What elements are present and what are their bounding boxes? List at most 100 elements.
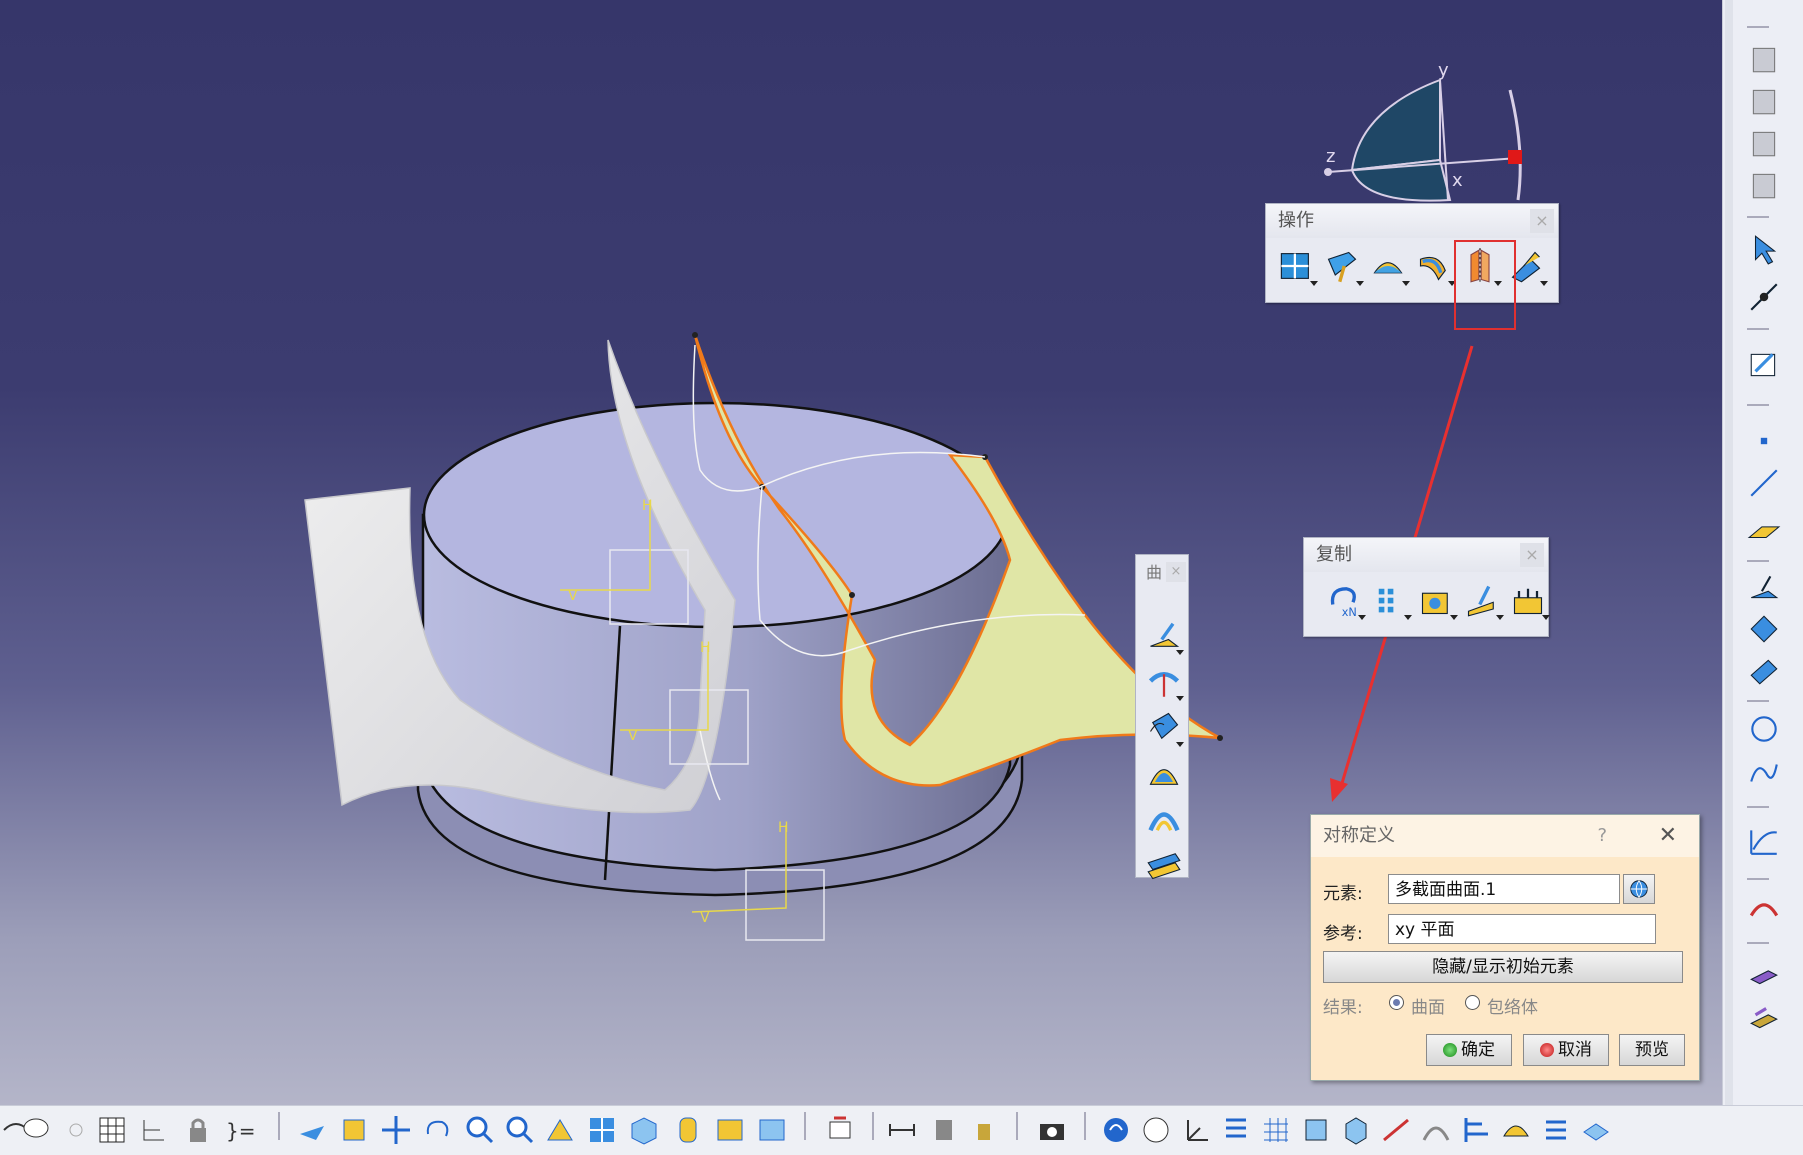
spec-tree-icon[interactable]	[1220, 1114, 1254, 1148]
formula-icon[interactable]: }=	[222, 1114, 256, 1148]
element-field[interactable]: 多截面曲面.1	[1388, 874, 1620, 904]
toolbar-surfaces-close-button[interactable]: ×	[1166, 562, 1186, 582]
pattern-icon[interactable]	[1370, 580, 1412, 620]
parts-icon[interactable]	[1747, 42, 1785, 80]
extrude-surface-icon[interactable]	[1144, 615, 1184, 655]
preview-button[interactable]: 预览	[1619, 1034, 1685, 1066]
result-surface-radio[interactable]	[1389, 995, 1404, 1010]
spline-icon[interactable]	[1747, 756, 1785, 794]
measure-between-icon[interactable]	[886, 1114, 920, 1148]
svg-text:xN: xN	[1342, 606, 1357, 618]
symmetry-definition-dialog[interactable]: 对称定义 ? ✕ 元素: 多截面曲面.1 参考: xy 平面 隐藏/显示初始元素…	[1310, 814, 1700, 1081]
result-volume-radio[interactable]	[1465, 995, 1480, 1010]
comment-icon[interactable]	[20, 1114, 54, 1148]
powercopy-icon[interactable]	[1416, 580, 1458, 620]
grid-icon[interactable]	[1260, 1114, 1294, 1148]
result-surface-label: 曲面	[1411, 998, 1445, 1018]
sweep-surface-icon[interactable]	[1144, 707, 1184, 747]
bottom-toolbar[interactable]: }=	[0, 1105, 1803, 1155]
curve-tool-icon[interactable]	[1420, 1114, 1454, 1148]
toolbar-replication-close-button[interactable]: ×	[1520, 543, 1544, 567]
hide-show-initial-elements-button[interactable]: 隐藏/显示初始元素	[1323, 951, 1683, 983]
fly-icon[interactable]	[296, 1114, 330, 1148]
hand-icon[interactable]	[1140, 1114, 1174, 1148]
shape-icon[interactable]	[1500, 1114, 1534, 1148]
tree-icon[interactable]	[138, 1114, 172, 1148]
result-volume-label: 包络体	[1487, 998, 1538, 1018]
svg-text:V: V	[700, 910, 710, 926]
fillet-icon[interactable]	[1414, 246, 1456, 286]
measure-inertia-icon[interactable]	[968, 1114, 1002, 1148]
compass-y-label: y	[1438, 60, 1449, 81]
dialog-help-button[interactable]: ?	[1597, 815, 1607, 857]
normal-view-icon[interactable]	[544, 1114, 578, 1148]
measure-item-icon[interactable]	[928, 1114, 962, 1148]
toolbar-replication[interactable]: 复制 × xN	[1303, 537, 1550, 637]
zoom-out-icon[interactable]	[504, 1114, 538, 1148]
plane-icon[interactable]	[1747, 512, 1785, 550]
extract-icon[interactable]	[1368, 246, 1410, 286]
shading-icon[interactable]	[672, 1114, 706, 1148]
instantiate-icon[interactable]	[1462, 580, 1504, 620]
point-icon[interactable]	[1747, 280, 1785, 318]
analysis-icon[interactable]	[1747, 890, 1785, 928]
circle-icon[interactable]	[1747, 712, 1785, 750]
healing-icon[interactable]	[1322, 246, 1364, 286]
layer-icon[interactable]	[1580, 1114, 1614, 1148]
multi-view-icon[interactable]	[586, 1114, 620, 1148]
table-icon[interactable]	[96, 1114, 130, 1148]
revolve-surface-icon[interactable]	[1144, 661, 1184, 701]
swap-space-icon[interactable]	[756, 1114, 790, 1148]
work-support-icon[interactable]	[1300, 1114, 1334, 1148]
thickness-icon[interactable]	[1747, 956, 1785, 994]
info-icon[interactable]	[60, 1114, 94, 1148]
fill-surface-icon[interactable]	[1144, 753, 1182, 793]
multisection-surface-icon[interactable]	[1144, 799, 1182, 839]
toolbar-surfaces-title[interactable]: 曲 ×	[1136, 555, 1188, 591]
svg-text:}=: }=	[226, 1119, 254, 1143]
toolbar-replication-title[interactable]: 复制 ×	[1304, 538, 1548, 572]
update-icon[interactable]	[824, 1114, 858, 1148]
right-toolbar[interactable]	[1722, 0, 1803, 1105]
lock-icon[interactable]	[182, 1114, 216, 1148]
law-icon[interactable]	[1747, 824, 1785, 862]
ok-button[interactable]: 确定	[1426, 1034, 1512, 1066]
align-icon[interactable]	[1460, 1114, 1494, 1148]
axis-icon[interactable]	[1180, 1114, 1214, 1148]
select-arrow-icon[interactable]	[1747, 232, 1785, 270]
reference-field[interactable]: xy 平面	[1388, 914, 1656, 944]
cube-icon[interactable]	[1340, 1114, 1374, 1148]
blend-surface-icon[interactable]	[1144, 845, 1182, 885]
catalog-icon[interactable]	[1508, 580, 1550, 620]
snap-icon[interactable]	[1380, 1114, 1414, 1148]
fit-all-icon[interactable]	[338, 1114, 372, 1148]
swirl-icon[interactable]	[1100, 1114, 1134, 1148]
sweep-icon[interactable]	[1747, 654, 1785, 692]
extrude-icon[interactable]	[1747, 570, 1785, 608]
element-select-button[interactable]	[1623, 874, 1655, 904]
rotate-icon[interactable]	[422, 1114, 456, 1148]
join-icon[interactable]	[1276, 246, 1318, 286]
pan-icon[interactable]	[380, 1114, 414, 1148]
iso-view-icon[interactable]	[628, 1114, 662, 1148]
capture-icon[interactable]	[1036, 1114, 1070, 1148]
sketch-icon[interactable]	[1747, 348, 1785, 386]
stack-icon[interactable]	[1540, 1114, 1574, 1148]
dialog-close-button[interactable]: ✕	[1659, 815, 1677, 857]
advanced-icon[interactable]	[1747, 1000, 1785, 1038]
toolbar-surfaces[interactable]: 曲 ×	[1135, 554, 1189, 880]
repetition-icon[interactable]: xN	[1324, 580, 1366, 620]
cancel-button[interactable]: 取消	[1523, 1034, 1609, 1066]
revolve-icon[interactable]	[1747, 612, 1785, 650]
zoom-in-icon[interactable]	[464, 1114, 498, 1148]
parts-icon-3[interactable]	[1747, 126, 1785, 164]
parts-icon-4[interactable]	[1747, 168, 1785, 206]
compass[interactable]: y z x	[1324, 60, 1522, 202]
point-tool-icon[interactable]	[1747, 424, 1785, 462]
hide-show-icon[interactable]	[714, 1114, 748, 1148]
parts-icon-2[interactable]	[1747, 84, 1785, 122]
line-icon[interactable]	[1747, 466, 1785, 504]
toolbar-operations-title[interactable]: 操作 ×	[1266, 204, 1558, 238]
toolbar-operations-close-button[interactable]: ×	[1530, 209, 1554, 233]
dialog-title-bar[interactable]: 对称定义 ? ✕	[1311, 815, 1699, 857]
